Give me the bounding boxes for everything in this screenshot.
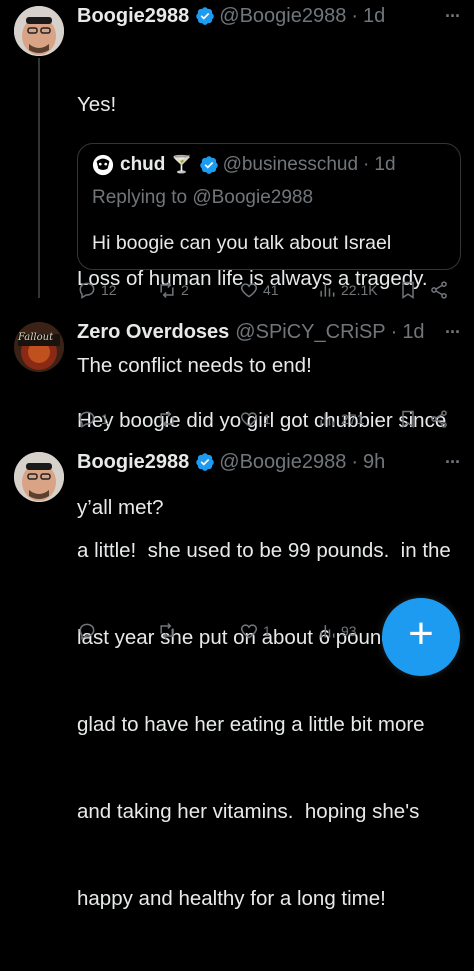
share-icon bbox=[431, 281, 447, 299]
author-handle[interactable]: @Boogie2988 bbox=[219, 451, 346, 474]
like-count: 1 bbox=[263, 623, 271, 639]
reply-count: 1 bbox=[101, 411, 109, 427]
verified-badge-icon bbox=[196, 453, 215, 471]
retweet-button[interactable]: 2 bbox=[157, 280, 189, 300]
plus-icon: + bbox=[408, 609, 434, 658]
share-icon bbox=[431, 410, 447, 428]
retweet-icon bbox=[160, 281, 174, 299]
views-button[interactable]: 93 bbox=[317, 621, 357, 641]
retweet-count: 2 bbox=[181, 282, 189, 298]
separator-dot: · bbox=[363, 154, 370, 175]
heart-icon bbox=[240, 283, 258, 298]
tweet-line: a little! she used to be 99 pounds. in t… bbox=[77, 539, 451, 562]
avatar[interactable] bbox=[14, 452, 64, 502]
verified-badge-icon bbox=[196, 7, 215, 25]
timestamp[interactable]: 1d bbox=[402, 321, 424, 344]
reply-button[interactable]: 1 bbox=[77, 409, 109, 429]
reply-button[interactable] bbox=[77, 621, 101, 641]
reply-icon bbox=[79, 411, 95, 428]
timestamp[interactable]: 1d bbox=[363, 5, 385, 28]
tweet-line: and taking her vitamins. hoping she's bbox=[77, 800, 420, 823]
avatar-logo-text: Fallout bbox=[18, 332, 54, 343]
more-options-icon[interactable]: ··· bbox=[445, 6, 461, 27]
bookmark-icon bbox=[402, 281, 414, 299]
bookmark-icon bbox=[402, 410, 414, 428]
views-bar-chart-icon bbox=[320, 284, 335, 297]
like-count: 41 bbox=[263, 282, 279, 298]
views-button[interactable]: 271 bbox=[317, 409, 364, 429]
reply-button[interactable]: 12 bbox=[77, 280, 117, 300]
avatar[interactable] bbox=[14, 6, 64, 56]
bookmark-button[interactable] bbox=[398, 280, 418, 300]
retweet-button[interactable] bbox=[157, 409, 181, 429]
tweet-actions: 1 1 271 bbox=[77, 406, 459, 432]
timestamp[interactable]: 9h bbox=[363, 451, 385, 474]
chud-avatar-icon bbox=[92, 154, 114, 176]
author-name[interactable]: Zero Overdoses bbox=[77, 321, 229, 344]
author-name[interactable]: Boogie2988 bbox=[77, 5, 189, 28]
tweet-line: glad to have her eating a little bit mor… bbox=[77, 713, 425, 736]
author-name[interactable]: Boogie2988 bbox=[77, 451, 189, 474]
views-bar-chart-icon bbox=[320, 625, 335, 638]
retweet-icon bbox=[160, 622, 174, 640]
separator-dot: · bbox=[351, 4, 359, 27]
replying-to-label: Replying to @Boogie2988 bbox=[92, 187, 314, 208]
views-count: 93 bbox=[341, 623, 357, 639]
separator-dot: · bbox=[390, 320, 398, 343]
tweet-line: Yes! bbox=[77, 93, 117, 116]
like-button[interactable]: 41 bbox=[239, 280, 279, 300]
share-button[interactable] bbox=[429, 409, 449, 429]
avatar[interactable]: Fallout bbox=[14, 322, 64, 372]
like-count: 1 bbox=[263, 411, 271, 427]
reply-count: 12 bbox=[101, 282, 117, 298]
tweet-text: a little! she used to be 99 pounds. in t… bbox=[77, 478, 460, 971]
reply-icon bbox=[79, 282, 95, 299]
more-options-icon[interactable]: ··· bbox=[445, 452, 461, 473]
quote-text: Hi boogie can you talk about Israel bbox=[92, 232, 392, 254]
like-button[interactable]: 1 bbox=[239, 621, 271, 641]
quote-author-name: chud bbox=[120, 154, 166, 175]
martini-emoji-icon: 🍸 bbox=[171, 155, 193, 174]
heart-icon bbox=[240, 624, 258, 639]
like-button[interactable]: 1 bbox=[239, 409, 271, 429]
retweet-icon bbox=[160, 410, 174, 428]
thread-connector-line bbox=[38, 58, 40, 298]
reply-icon bbox=[79, 623, 95, 640]
compose-tweet-button[interactable]: + bbox=[382, 598, 460, 676]
share-button[interactable] bbox=[429, 280, 449, 300]
separator-dot: · bbox=[351, 450, 359, 473]
views-count: 22.1K bbox=[341, 282, 378, 298]
tweet-actions: 12 2 41 22.1K bbox=[77, 277, 459, 303]
more-options-icon[interactable]: ··· bbox=[445, 322, 461, 343]
quote-tweet[interactable]: chud 🍸 @businesschud · 1d Replying to @B… bbox=[77, 143, 461, 270]
views-bar-chart-icon bbox=[320, 413, 335, 426]
heart-icon bbox=[240, 412, 258, 427]
author-handle[interactable]: @Boogie2988 bbox=[219, 5, 346, 28]
quote-timestamp: 1d bbox=[374, 154, 396, 175]
views-button[interactable]: 22.1K bbox=[317, 280, 378, 300]
verified-badge-icon bbox=[199, 156, 218, 174]
retweet-button[interactable] bbox=[157, 621, 181, 641]
views-count: 271 bbox=[341, 411, 365, 427]
author-handle[interactable]: @SPiCY_CRiSP bbox=[235, 321, 385, 344]
bookmark-button[interactable] bbox=[398, 409, 418, 429]
quote-author-handle: @businesschud bbox=[222, 154, 359, 175]
tweet-line: happy and healthy for a long time! bbox=[77, 887, 386, 910]
